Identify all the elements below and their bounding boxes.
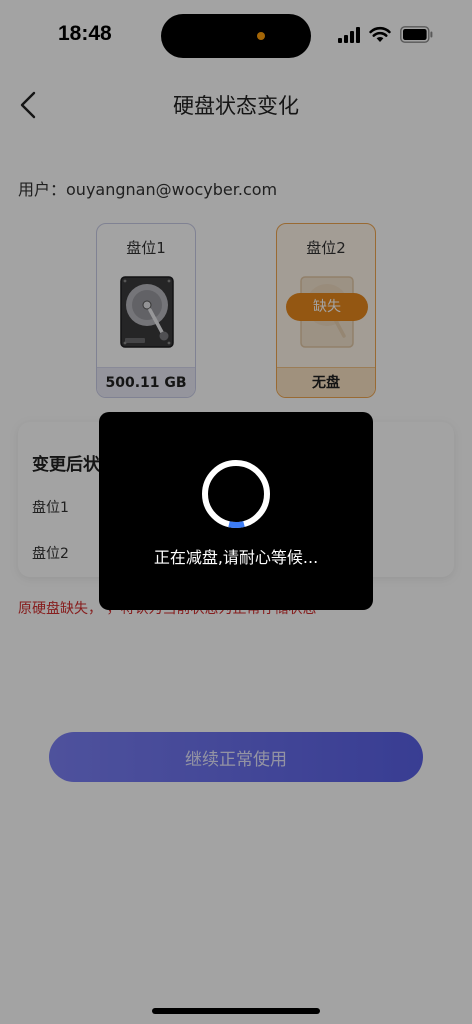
home-indicator bbox=[152, 1008, 320, 1014]
loading-text: 正在减盘,请耐心等候... bbox=[153, 548, 319, 567]
loading-toast: 正在减盘,请耐心等候... bbox=[99, 412, 373, 610]
loading-spinner-icon bbox=[202, 460, 270, 529]
